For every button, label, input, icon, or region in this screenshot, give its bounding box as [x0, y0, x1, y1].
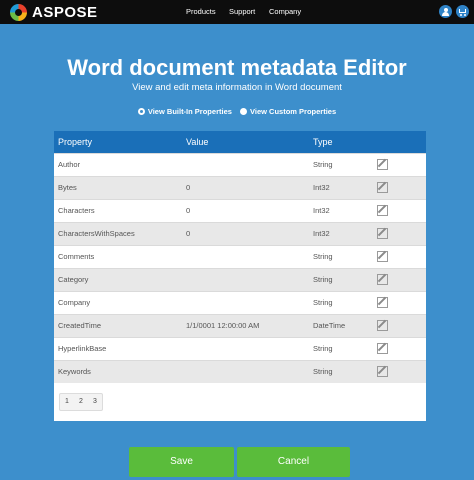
- value-cell: 1/1/0001 12:00:00 AM: [186, 321, 260, 330]
- edit-icon[interactable]: [377, 320, 388, 331]
- aspose-logo-icon: [10, 3, 27, 21]
- view-custom-radio[interactable]: View Custom Properties: [240, 107, 336, 116]
- property-cell: Characters: [58, 206, 95, 215]
- edit-icon[interactable]: [377, 274, 388, 285]
- page-link-2[interactable]: 2: [74, 394, 88, 410]
- table-row: Category String: [54, 268, 426, 291]
- table-header: Property Value Type: [54, 131, 426, 153]
- properties-panel: Property Value Type Author String Bytes …: [54, 131, 426, 421]
- type-cell: String: [313, 275, 333, 284]
- edit-icon[interactable]: [377, 228, 388, 239]
- type-cell: Int32: [313, 183, 330, 192]
- property-cell: Category: [58, 275, 89, 284]
- edit-icon[interactable]: [377, 205, 388, 216]
- view-custom-label: View Custom Properties: [250, 107, 337, 116]
- property-cell: Bytes: [58, 183, 77, 192]
- aspose-logo[interactable]: ASPOSE: [10, 3, 98, 21]
- column-header-type: Type: [313, 137, 333, 147]
- page-subtitle: View and edit meta information in Word d…: [132, 82, 342, 93]
- type-cell: String: [313, 160, 333, 169]
- value-cell: 0: [186, 206, 191, 215]
- table-row: Bytes 0 Int32: [54, 176, 426, 199]
- property-cell: CreatedTime: [58, 321, 102, 330]
- view-built-in-radio[interactable]: View Built-In Properties: [137, 107, 232, 116]
- type-cell: String: [313, 367, 333, 376]
- edit-icon[interactable]: [377, 182, 388, 193]
- type-cell: String: [313, 344, 333, 353]
- value-cell: 0: [186, 229, 191, 238]
- type-cell: Int32: [313, 229, 330, 238]
- view-options: View Built-In Properties View Custom Pro…: [0, 107, 474, 117]
- table-row: Characters 0 Int32: [54, 199, 426, 222]
- radio-unselected-icon: [240, 108, 247, 115]
- table-row: CharactersWithSpaces 0 Int32: [54, 222, 426, 245]
- value-cell: 0: [186, 183, 191, 192]
- user-account-icon[interactable]: [439, 5, 452, 18]
- edit-icon[interactable]: [377, 251, 388, 262]
- edit-icon[interactable]: [377, 366, 388, 377]
- brand-name: ASPOSE: [32, 3, 98, 21]
- nav-support-link[interactable]: Support: [229, 0, 255, 24]
- nav-products-link[interactable]: Products: [186, 0, 216, 24]
- pagination: 1 2 3: [59, 393, 103, 411]
- cancel-button[interactable]: Cancel: [237, 447, 350, 477]
- edit-icon[interactable]: [377, 159, 388, 170]
- table-row: Keywords String: [54, 360, 426, 383]
- type-cell: DateTime: [313, 321, 346, 330]
- nav-company-link[interactable]: Company: [269, 0, 301, 24]
- property-cell: Comments: [58, 252, 95, 261]
- edit-icon[interactable]: [377, 297, 388, 308]
- property-cell: Company: [58, 298, 91, 307]
- top-navbar: ASPOSE Products Support Company: [0, 0, 474, 24]
- save-button[interactable]: Save: [129, 447, 234, 477]
- property-cell: Author: [58, 160, 81, 169]
- view-built-in-label: View Built-In Properties: [147, 107, 232, 116]
- type-cell: String: [313, 298, 333, 307]
- property-cell: HyperlinkBase: [58, 344, 107, 353]
- page-title: Word document metadata Editor: [67, 55, 407, 80]
- table-row: Author String: [54, 153, 426, 176]
- property-cell: Keywords: [58, 367, 91, 376]
- page-link-3[interactable]: 3: [88, 394, 102, 410]
- type-cell: String: [313, 252, 333, 261]
- table-row: Company String: [54, 291, 426, 314]
- property-cell: CharactersWithSpaces: [58, 229, 135, 238]
- table-row: Comments String: [54, 245, 426, 268]
- edit-icon[interactable]: [377, 343, 388, 354]
- column-header-value: Value: [186, 137, 209, 147]
- page-link-1[interactable]: 1: [60, 394, 74, 410]
- radio-selected-icon: [137, 108, 145, 115]
- table-row: HyperlinkBase String: [54, 337, 426, 360]
- table-row: CreatedTime 1/1/0001 12:00:00 AM DateTim…: [54, 314, 426, 337]
- type-cell: Int32: [313, 206, 330, 215]
- cart-icon[interactable]: [456, 5, 469, 18]
- column-header-property: Property: [58, 137, 93, 147]
